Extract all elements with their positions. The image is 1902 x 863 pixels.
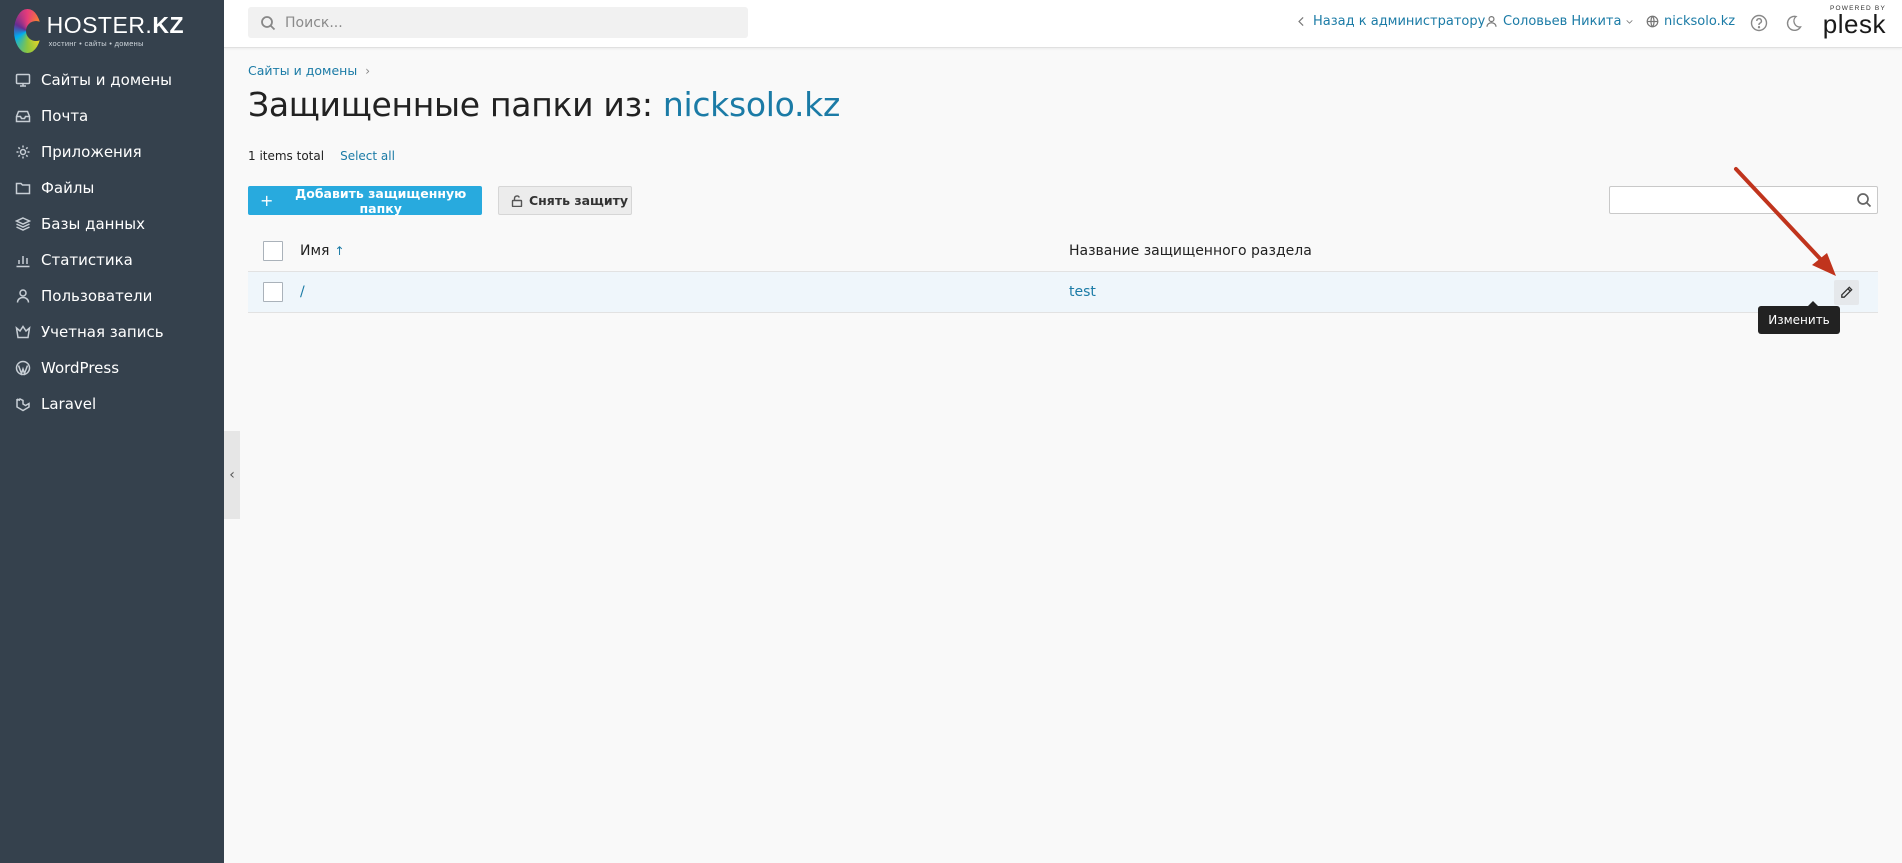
plesk-logo: POWERED BY plesk bbox=[1822, 5, 1886, 39]
sidebar-collapse-handle[interactable]: ‹ bbox=[224, 431, 240, 519]
chevron-left-icon bbox=[1298, 17, 1304, 26]
globe-icon bbox=[1646, 15, 1659, 28]
items-total: 1 items total bbox=[248, 149, 325, 163]
sidebar: HOSTER.KZ хостинг • сайты • домены Сайты… bbox=[0, 0, 224, 863]
sidebar-item-wordpress[interactable]: WordPress bbox=[0, 350, 224, 386]
table-header: Имя ↑ Название защищенного раздела bbox=[248, 230, 1878, 272]
bar-chart-icon bbox=[14, 251, 32, 269]
sidebar-item-label: Сайты и домены bbox=[41, 71, 173, 89]
remove-protection-button[interactable]: Снять защиту bbox=[498, 186, 632, 215]
user-icon bbox=[14, 287, 32, 305]
edit-tooltip: Изменить bbox=[1758, 301, 1840, 334]
monitor-icon bbox=[14, 71, 32, 89]
sidebar-item-databases[interactable]: Базы данных bbox=[0, 206, 224, 242]
page-title: Защищенные папки из: nicksolo.kz bbox=[248, 85, 840, 124]
global-search[interactable] bbox=[248, 7, 748, 38]
brand-logo[interactable]: HOSTER.KZ хостинг • сайты • домены bbox=[14, 9, 184, 53]
unlock-icon bbox=[511, 194, 523, 207]
back-to-admin-link[interactable]: Назад к администратору bbox=[1295, 14, 1485, 29]
annotation-arrow-icon bbox=[1734, 167, 1836, 276]
user-menu[interactable]: Соловьев Никита bbox=[1485, 14, 1634, 29]
sidebar-item-label: Статистика bbox=[41, 251, 133, 269]
database-layers-icon bbox=[14, 215, 32, 233]
breadcrumb: Сайты и домены › bbox=[248, 63, 370, 78]
sidebar-item-label: Приложения bbox=[41, 143, 142, 161]
sidebar-item-label: Базы данных bbox=[41, 215, 145, 233]
chevron-right-icon: › bbox=[365, 63, 370, 78]
column-header-realm: Название защищенного раздела bbox=[1069, 242, 1312, 259]
plus-icon: + bbox=[260, 191, 274, 210]
sidebar-item-label: Учетная запись bbox=[41, 323, 164, 341]
search-input[interactable] bbox=[285, 14, 725, 31]
wordpress-icon bbox=[14, 359, 32, 377]
sidebar-item-websites[interactable]: Сайты и домены bbox=[0, 62, 224, 98]
search-icon bbox=[261, 15, 276, 30]
add-protected-folder-button[interactable]: + Добавить защищенную папку bbox=[248, 186, 482, 216]
sidebar-item-label: WordPress bbox=[41, 359, 120, 377]
domain-link[interactable]: nicksolo.kz bbox=[1646, 14, 1735, 29]
sidebar-item-label: Пользователи bbox=[41, 287, 153, 305]
sidebar-item-applications[interactable]: Приложения bbox=[0, 134, 224, 170]
chevron-down-icon bbox=[1626, 20, 1634, 24]
brand-name: HOSTER.KZ bbox=[46, 12, 184, 39]
folder-name-link[interactable]: / bbox=[300, 284, 305, 300]
brand-tagline: хостинг • сайты • домены bbox=[48, 39, 144, 49]
sidebar-item-mail[interactable]: Почта bbox=[0, 98, 224, 134]
select-all-link[interactable]: Select all bbox=[340, 149, 395, 163]
sidebar-item-laravel[interactable]: Laravel bbox=[0, 386, 224, 422]
chevron-left-icon: ‹ bbox=[229, 467, 235, 483]
sidebar-nav: Сайты и домены Почта Приложения Файлы Ба… bbox=[0, 62, 224, 422]
search-icon[interactable] bbox=[1856, 192, 1872, 208]
realm-name-link[interactable]: test bbox=[1069, 284, 1096, 300]
sort-ascending-icon: ↑ bbox=[334, 243, 345, 258]
row-checkbox[interactable] bbox=[263, 282, 283, 302]
title-domain-link[interactable]: nicksolo.kz bbox=[663, 85, 840, 124]
table-row: / test bbox=[248, 272, 1878, 313]
select-all-checkbox[interactable] bbox=[263, 240, 283, 261]
protected-folders-table: Имя ↑ Название защищенного раздела / tes… bbox=[248, 230, 1878, 313]
sidebar-item-label: Файлы bbox=[41, 179, 95, 197]
edit-button[interactable] bbox=[1834, 280, 1859, 305]
account-crown-icon bbox=[14, 323, 32, 341]
column-header-name[interactable]: Имя ↑ bbox=[300, 243, 345, 259]
sidebar-item-users[interactable]: Пользователи bbox=[0, 278, 224, 314]
mail-icon bbox=[14, 107, 32, 125]
top-bar: Назад к администратору Соловьев Никита n… bbox=[224, 0, 1902, 48]
list-toolbar: + Добавить защищенную папку Снять защиту bbox=[248, 186, 1878, 216]
breadcrumb-link[interactable]: Сайты и домены bbox=[248, 63, 357, 78]
folder-icon bbox=[14, 179, 32, 197]
sidebar-item-account[interactable]: Учетная запись bbox=[0, 314, 224, 350]
sidebar-item-label: Laravel bbox=[41, 395, 97, 413]
pencil-icon bbox=[1841, 286, 1853, 298]
user-icon bbox=[1486, 16, 1497, 27]
sidebar-item-files[interactable]: Файлы bbox=[0, 170, 224, 206]
items-summary: 1 items total Select all bbox=[248, 149, 395, 163]
laravel-icon bbox=[14, 395, 32, 413]
moon-icon[interactable] bbox=[1785, 14, 1803, 32]
help-icon[interactable] bbox=[1750, 14, 1768, 32]
sidebar-item-label: Почта bbox=[41, 107, 89, 125]
logo-mark-icon bbox=[14, 9, 46, 53]
sidebar-item-statistics[interactable]: Статистика bbox=[0, 242, 224, 278]
gear-icon bbox=[14, 143, 32, 161]
